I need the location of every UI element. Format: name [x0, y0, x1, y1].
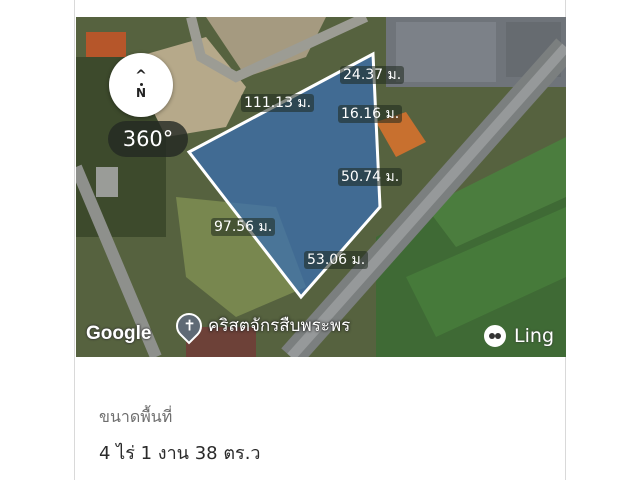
measurement-south-edge: 53.06 ม.: [304, 251, 369, 269]
place-name: คริสตจักรสืบพระพร: [208, 316, 351, 336]
measurement-north-edge: 111.13 ม.: [241, 94, 315, 112]
brand-name: Ling: [514, 325, 554, 347]
measurement-top-edge: 24.37 ม.: [340, 66, 405, 84]
monkey-face-icon: [484, 325, 507, 347]
listing-card: 24.37 ม. 111.13 ม. 16.16 ม. 50.74 ม. 97.…: [74, 0, 566, 480]
cross-pin-icon: ✝: [170, 307, 208, 344]
measurement-east-edge: 50.74 ม.: [338, 168, 403, 186]
compass-button[interactable]: ^ N: [109, 53, 173, 117]
size-value: 4 ไร่ 1 งาน 38 ตร.ว: [99, 443, 261, 464]
compass-north-label: N: [135, 86, 147, 100]
north-arrow-icon: ^: [135, 68, 147, 84]
size-label: ขนาดพื้นที่: [99, 407, 173, 426]
brand-watermark: Ling: [484, 325, 554, 347]
google-logo: Google: [86, 323, 152, 344]
map-satellite-view[interactable]: 24.37 ม. 111.13 ม. 16.16 ม. 50.74 ม. 97.…: [76, 17, 566, 357]
view-360-button[interactable]: 360°: [108, 121, 188, 157]
place-marker[interactable]: ✝ คริสตจักรสืบพระพร: [170, 307, 351, 344]
measurement-east-short-edge: 16.16 ม.: [338, 105, 403, 123]
measurement-west-edge: 97.56 ม.: [211, 218, 276, 236]
